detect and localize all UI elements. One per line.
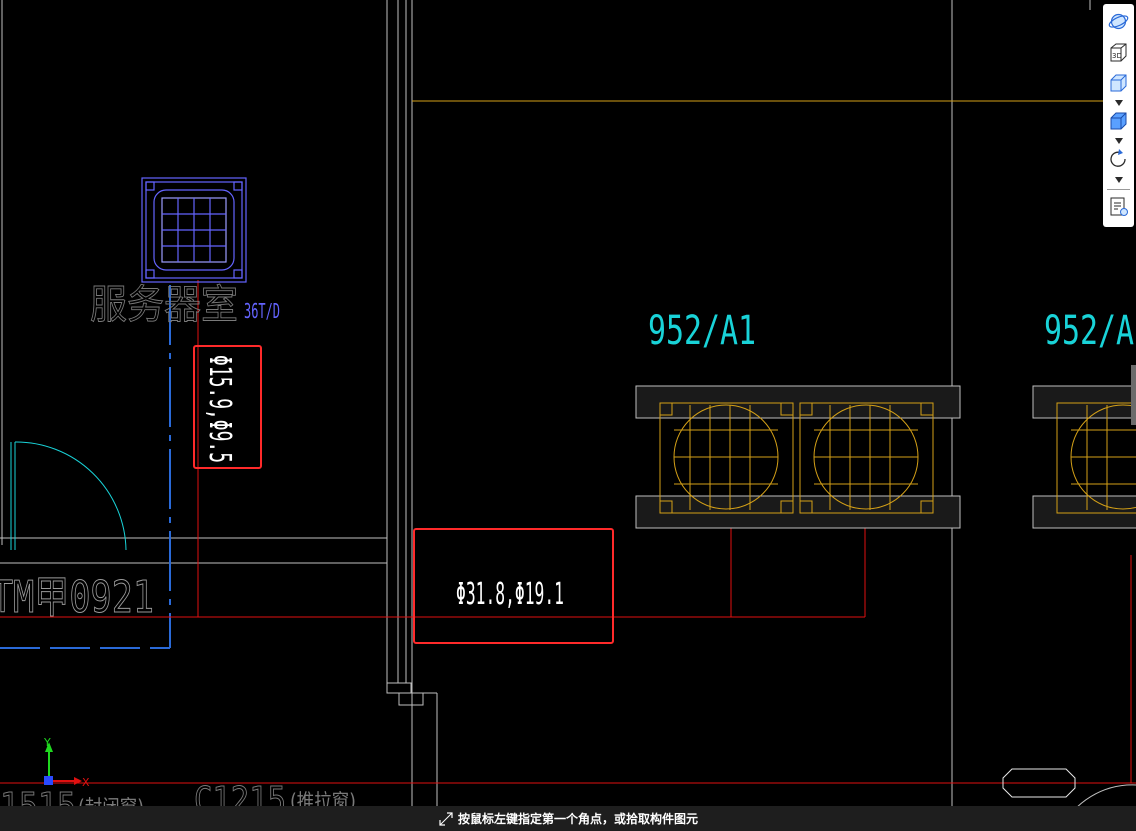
navigation-toolbar: 3D [1103, 4, 1134, 227]
chevron-down-icon[interactable] [1115, 100, 1123, 106]
room-label[interactable]: 服务器室 [90, 282, 239, 329]
outdoor-unit-group-2[interactable] [1032, 385, 1136, 529]
axis-y-label: Y [43, 736, 51, 749]
status-prompt-text: 按鼠标左键指定第一个角点，或拾取构件图元 [458, 812, 699, 826]
room-tag[interactable]: 36T/D [244, 299, 280, 323]
indoor-unit[interactable] [141, 177, 247, 283]
select-cursor-icon [439, 811, 453, 826]
command-prompt: 按鼠标左键指定第一个角点，或拾取构件图元 [438, 806, 698, 831]
svg-text:3D: 3D [1112, 52, 1122, 60]
unit-tag-2[interactable]: 952/A1 [1044, 308, 1136, 354]
ucs-icon: Y X [43, 736, 90, 789]
vertical-scroll-handle[interactable] [1131, 365, 1136, 425]
3d-view-icon[interactable]: 3D [1107, 41, 1130, 64]
drawing-canvas[interactable]: 服务器室 36T/D Φ15.9,Φ9.5 Φ31.8,Φ19.1 952/A1… [0, 0, 1136, 831]
shaded-view-icon[interactable] [1107, 110, 1130, 133]
chevron-down-icon[interactable] [1115, 177, 1123, 183]
chevron-down-icon[interactable] [1115, 138, 1123, 144]
orbit-icon[interactable] [1107, 10, 1130, 33]
properties-icon[interactable] [1107, 195, 1130, 218]
door-swing [10, 441, 127, 551]
pipe-label-small[interactable]: Φ15.9,Φ9.5 [202, 355, 237, 463]
outdoor-unit-group-1[interactable] [635, 385, 961, 529]
view-cube-icon[interactable] [1107, 72, 1130, 95]
rotate-icon[interactable] [1107, 148, 1130, 171]
unit-tag-1[interactable]: 952/A1 [648, 308, 756, 354]
door-label[interactable]: TM甲0921 [0, 572, 155, 624]
pipe-label-large[interactable]: Φ31.8,Φ19.1 [456, 577, 564, 612]
axis-x-label: X [82, 776, 90, 789]
toolbar-divider [1107, 189, 1130, 190]
